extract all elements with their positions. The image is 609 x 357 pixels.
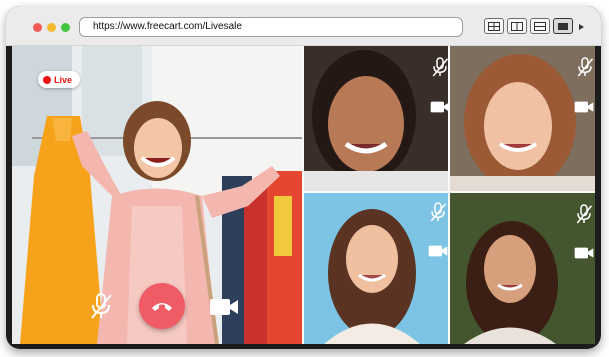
- minimize-window-button[interactable]: [47, 23, 56, 32]
- split-columns-layout-button[interactable]: [507, 18, 527, 34]
- browser-titlebar: https://www.freecart.com/Livesale: [6, 6, 601, 46]
- live-badge: Live: [38, 71, 80, 88]
- participant-video-tile[interactable]: [450, 193, 595, 344]
- maximize-window-button[interactable]: [61, 23, 70, 32]
- split-rows-layout-icon: [534, 21, 546, 31]
- mic-muted-icon[interactable]: [429, 201, 447, 223]
- video-camera-icon[interactable]: [428, 245, 448, 257]
- video-camera-icon[interactable]: [209, 298, 239, 316]
- participant-video-frame: [304, 46, 448, 191]
- end-call-icon: [152, 303, 172, 311]
- browser-window: https://www.freecart.com/Livesale Live: [6, 6, 601, 349]
- menu-arrow-icon[interactable]: [577, 22, 587, 32]
- close-window-button[interactable]: [33, 23, 42, 32]
- main-video-tile[interactable]: Live: [12, 46, 302, 344]
- participant-video-frame: [450, 193, 595, 344]
- video-camera-icon[interactable]: [430, 101, 448, 113]
- participant-video-tile[interactable]: [450, 46, 595, 191]
- mic-muted-icon[interactable]: [431, 56, 448, 78]
- end-call-button[interactable]: [139, 283, 185, 329]
- split-columns-layout-icon: [511, 21, 523, 31]
- mic-muted-icon[interactable]: [89, 292, 113, 320]
- live-label: Live: [54, 74, 73, 85]
- video-camera-icon[interactable]: [574, 247, 594, 259]
- live-dot-icon: [43, 75, 51, 84]
- grid-layout-button[interactable]: [484, 18, 504, 34]
- video-camera-icon[interactable]: [574, 101, 594, 113]
- mic-muted-icon[interactable]: [576, 56, 594, 78]
- mic-muted-icon[interactable]: [575, 203, 593, 225]
- layout-switcher: [484, 18, 573, 36]
- participant-video-frame: [304, 193, 448, 344]
- single-view-layout-button[interactable]: [553, 18, 573, 34]
- split-rows-layout-button[interactable]: [530, 18, 550, 34]
- single-view-layout-icon: [558, 22, 568, 30]
- grid-layout-icon: [488, 21, 500, 31]
- video-stage: Live: [12, 46, 595, 344]
- participant-video-tile[interactable]: [304, 193, 448, 344]
- participant-video-tile[interactable]: [304, 46, 448, 191]
- address-bar[interactable]: https://www.freecart.com/Livesale: [79, 17, 463, 37]
- participant-video-frame: [450, 46, 595, 191]
